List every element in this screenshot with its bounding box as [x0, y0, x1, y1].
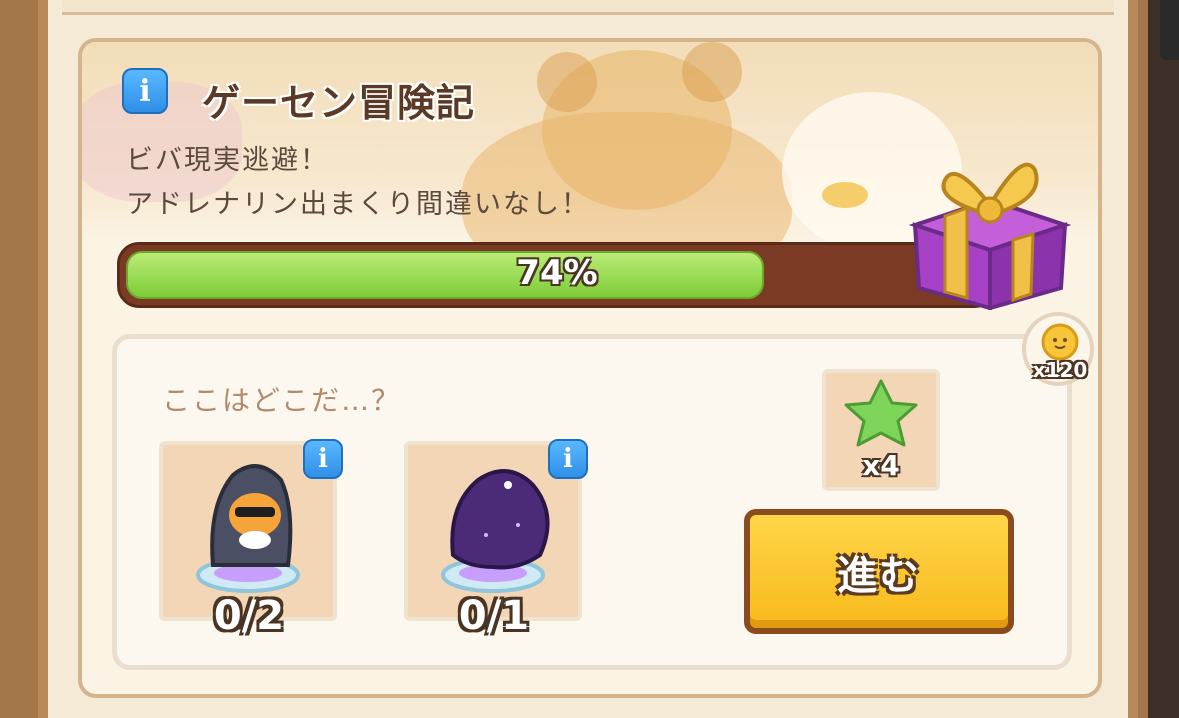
info-icon: i [318, 444, 328, 474]
stage-title: ここはどこだ…？ [162, 384, 402, 417]
item-reward-count: x4 [862, 449, 900, 482]
info-icon: i [563, 444, 573, 474]
go-button[interactable]: 進む [744, 509, 1014, 634]
event-description-line1: ビバ現実逃避！ [126, 145, 329, 176]
sun-coin-icon [1041, 323, 1079, 361]
go-button-label: 進む [837, 552, 921, 599]
stage-panel: ここはどこだ…？ i 0/2 i 0/1 x4 進む [112, 334, 1072, 670]
coin-reward-amount: x120 [1032, 358, 1088, 382]
enemy-slot-2-info-button[interactable]: i [548, 439, 588, 479]
gift-box-icon[interactable] [905, 130, 1075, 311]
enemy-slot-1-count: 0/2 [213, 593, 285, 639]
event-progress-bar: 74% [117, 242, 997, 308]
background-edge [1148, 0, 1179, 718]
event-description-line2: アドレナリン出まくり間違いなし！ [126, 189, 590, 220]
coin-reward-badge[interactable]: x120 [1022, 312, 1094, 386]
event-info-button[interactable]: i [122, 68, 168, 114]
progress-label: 74% [516, 253, 598, 293]
enemy-slot-1-info-button[interactable]: i [303, 439, 343, 479]
info-icon: i [139, 73, 151, 109]
event-title: ゲーセン冒険記 [202, 81, 476, 125]
green-star-icon [844, 379, 918, 447]
item-reward[interactable]: x4 [822, 369, 940, 491]
enemy-slot-2-count: 0/1 [458, 593, 530, 639]
frame-top-border [62, 0, 1114, 15]
